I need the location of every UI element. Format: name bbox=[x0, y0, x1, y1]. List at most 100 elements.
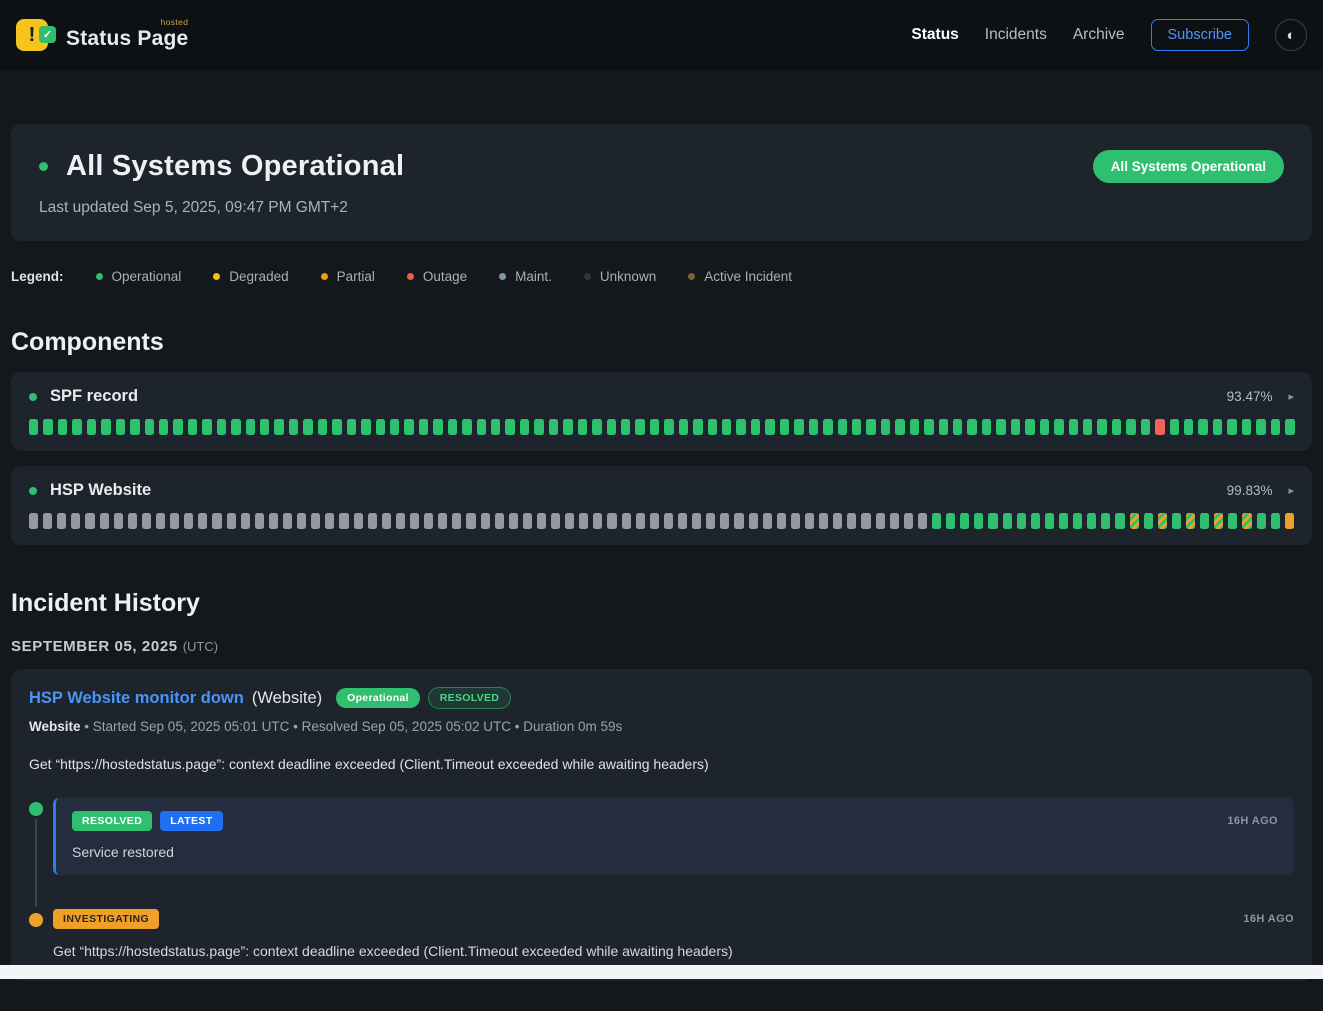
uptime-bar[interactable] bbox=[982, 419, 991, 435]
uptime-bar[interactable] bbox=[722, 419, 731, 435]
uptime-bar[interactable] bbox=[805, 513, 814, 529]
uptime-bar[interactable] bbox=[1025, 419, 1034, 435]
uptime-bar[interactable] bbox=[202, 419, 211, 435]
uptime-bar[interactable] bbox=[424, 513, 433, 529]
uptime-bar[interactable] bbox=[549, 419, 558, 435]
uptime-bar[interactable] bbox=[1155, 419, 1164, 435]
uptime-bar[interactable] bbox=[1130, 513, 1139, 529]
uptime-bar[interactable] bbox=[289, 419, 298, 435]
uptime-bar[interactable] bbox=[932, 513, 941, 529]
uptime-bar[interactable] bbox=[876, 513, 885, 529]
uptime-bar[interactable] bbox=[1097, 419, 1106, 435]
uptime-bar[interactable] bbox=[114, 513, 123, 529]
uptime-bar[interactable] bbox=[130, 419, 139, 435]
uptime-bar[interactable] bbox=[1126, 419, 1135, 435]
uptime-bar[interactable] bbox=[1073, 513, 1082, 529]
uptime-bar[interactable] bbox=[58, 419, 67, 435]
uptime-bar[interactable] bbox=[198, 513, 207, 529]
uptime-bar[interactable] bbox=[269, 513, 278, 529]
uptime-bar[interactable] bbox=[241, 513, 250, 529]
uptime-bar[interactable] bbox=[708, 419, 717, 435]
uptime-bar[interactable] bbox=[452, 513, 461, 529]
uptime-bar[interactable] bbox=[650, 513, 659, 529]
uptime-bar[interactable] bbox=[720, 513, 729, 529]
uptime-bar[interactable] bbox=[904, 513, 913, 529]
uptime-bar[interactable] bbox=[1031, 513, 1040, 529]
theme-toggle-button[interactable]: ◐ bbox=[1275, 19, 1307, 51]
uptime-bar[interactable] bbox=[693, 419, 702, 435]
uptime-bar[interactable] bbox=[246, 419, 255, 435]
uptime-bar[interactable] bbox=[347, 419, 356, 435]
uptime-bar[interactable] bbox=[881, 419, 890, 435]
uptime-bar[interactable] bbox=[794, 419, 803, 435]
uptime-bar[interactable] bbox=[43, 513, 52, 529]
uptime-bar[interactable] bbox=[1271, 419, 1280, 435]
uptime-bar[interactable] bbox=[1017, 513, 1026, 529]
uptime-bar[interactable] bbox=[43, 419, 52, 435]
uptime-bar[interactable] bbox=[332, 419, 341, 435]
uptime-bar[interactable] bbox=[433, 419, 442, 435]
uptime-bar[interactable] bbox=[579, 513, 588, 529]
uptime-bar[interactable] bbox=[537, 513, 546, 529]
uptime-bar[interactable] bbox=[1087, 513, 1096, 529]
uptime-bar[interactable] bbox=[953, 419, 962, 435]
uptime-bar[interactable] bbox=[664, 419, 673, 435]
uptime-bar[interactable] bbox=[390, 419, 399, 435]
uptime-bar[interactable] bbox=[156, 513, 165, 529]
uptime-bar[interactable] bbox=[128, 513, 137, 529]
uptime-bar[interactable] bbox=[303, 419, 312, 435]
uptime-bar[interactable] bbox=[866, 419, 875, 435]
uptime-bar[interactable] bbox=[1285, 513, 1294, 529]
uptime-bar[interactable] bbox=[448, 419, 457, 435]
uptime-bar[interactable] bbox=[734, 513, 743, 529]
uptime-bar[interactable] bbox=[777, 513, 786, 529]
uptime-bar[interactable] bbox=[1242, 419, 1251, 435]
uptime-bar[interactable] bbox=[1285, 419, 1294, 435]
expand-chevron-icon[interactable]: ▸ bbox=[1288, 390, 1294, 403]
uptime-bar[interactable] bbox=[1172, 513, 1181, 529]
uptime-bar[interactable] bbox=[1003, 513, 1012, 529]
uptime-bar[interactable] bbox=[354, 513, 363, 529]
uptime-bar[interactable] bbox=[751, 419, 760, 435]
uptime-bar[interactable] bbox=[1158, 513, 1167, 529]
uptime-bar[interactable] bbox=[438, 513, 447, 529]
uptime-bar[interactable] bbox=[419, 419, 428, 435]
nav-item-incidents[interactable]: Incidents bbox=[985, 26, 1047, 44]
uptime-bar[interactable] bbox=[361, 419, 370, 435]
uptime-bar[interactable] bbox=[1186, 513, 1195, 529]
uptime-bar[interactable] bbox=[563, 419, 572, 435]
uptime-bar[interactable] bbox=[318, 419, 327, 435]
uptime-bar[interactable] bbox=[847, 513, 856, 529]
uptime-bar[interactable] bbox=[1184, 419, 1193, 435]
uptime-bar[interactable] bbox=[212, 513, 221, 529]
uptime-bar[interactable] bbox=[939, 419, 948, 435]
incident-title-link[interactable]: HSP Website monitor down bbox=[29, 689, 244, 708]
uptime-bar[interactable] bbox=[895, 419, 904, 435]
component-card-spf-record[interactable]: SPF record 93.47% ▸ bbox=[11, 372, 1312, 451]
uptime-bar[interactable] bbox=[592, 419, 601, 435]
uptime-bar[interactable] bbox=[1040, 419, 1049, 435]
uptime-bar[interactable] bbox=[376, 419, 385, 435]
uptime-bar[interactable] bbox=[749, 513, 758, 529]
uptime-bar[interactable] bbox=[1115, 513, 1124, 529]
uptime-bar[interactable] bbox=[988, 513, 997, 529]
uptime-bar[interactable] bbox=[382, 513, 391, 529]
uptime-bar[interactable] bbox=[523, 513, 532, 529]
uptime-bar[interactable] bbox=[231, 419, 240, 435]
uptime-bar[interactable] bbox=[170, 513, 179, 529]
uptime-bar[interactable] bbox=[466, 513, 475, 529]
uptime-bar[interactable] bbox=[791, 513, 800, 529]
uptime-bar[interactable] bbox=[763, 513, 772, 529]
uptime-bar[interactable] bbox=[890, 513, 899, 529]
uptime-bar[interactable] bbox=[274, 419, 283, 435]
uptime-bar[interactable] bbox=[227, 513, 236, 529]
uptime-bar[interactable] bbox=[57, 513, 66, 529]
uptime-bar[interactable] bbox=[635, 419, 644, 435]
uptime-bar[interactable] bbox=[188, 419, 197, 435]
uptime-bar[interactable] bbox=[852, 419, 861, 435]
uptime-bar[interactable] bbox=[100, 513, 109, 529]
uptime-bar[interactable] bbox=[1144, 513, 1153, 529]
uptime-bar[interactable] bbox=[368, 513, 377, 529]
uptime-bar[interactable] bbox=[184, 513, 193, 529]
uptime-bar[interactable] bbox=[736, 419, 745, 435]
